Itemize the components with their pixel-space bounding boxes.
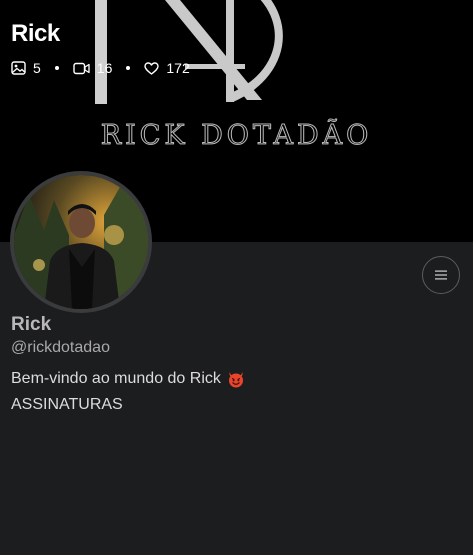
profile-name: Rick bbox=[11, 314, 52, 335]
banner-logo-text: RICK DOTADÃO bbox=[100, 120, 373, 152]
stat-separator bbox=[126, 66, 131, 70]
stat-videos: 16 bbox=[73, 60, 113, 76]
menu-button[interactable] bbox=[422, 256, 460, 294]
profile-handle: @rickdotadao bbox=[11, 339, 110, 356]
stat-separator bbox=[54, 66, 59, 70]
stat-photos: 5 bbox=[11, 60, 41, 76]
video-camera-icon bbox=[73, 62, 90, 74]
smiling-devil-icon bbox=[228, 372, 243, 388]
bio-text: Bem-vindo ao mundo do Rick bbox=[11, 370, 221, 387]
stat-likes: 172 bbox=[144, 60, 190, 76]
subscriptions-link[interactable]: ASSINATURAS bbox=[11, 396, 123, 414]
avatar[interactable] bbox=[10, 171, 152, 313]
heart-icon bbox=[144, 61, 160, 75]
image-icon bbox=[11, 61, 26, 75]
stat-likes-count: 172 bbox=[166, 60, 190, 76]
avatar-photo bbox=[14, 175, 148, 309]
profile-stats: 5 16 172 bbox=[11, 60, 190, 76]
page-title: Rick bbox=[11, 20, 60, 47]
profile-page: RICK DOTADÃO Rick 5 16 172 Rick @rickdot… bbox=[0, 0, 473, 555]
stat-photos-count: 5 bbox=[33, 60, 41, 76]
stat-videos-count: 16 bbox=[96, 60, 113, 76]
profile-bio: Bem-vindo ao mundo do Rick bbox=[11, 370, 245, 388]
hamburger-menu-icon bbox=[435, 270, 447, 280]
